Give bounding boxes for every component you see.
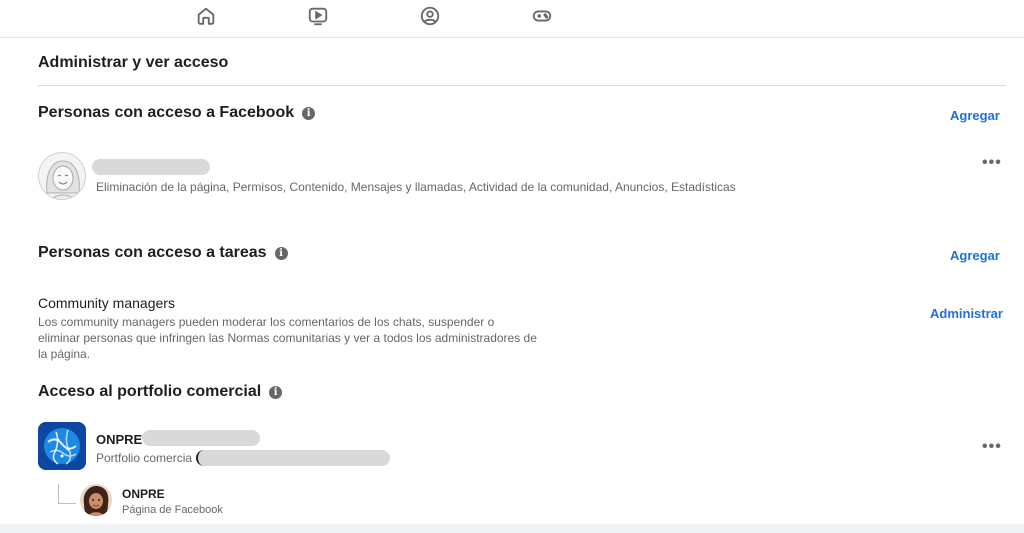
person-permissions: Eliminación de la página, Permisos, Cont… bbox=[96, 180, 736, 194]
community-managers-description: Los community managers pueden moderar lo… bbox=[38, 315, 537, 361]
page-subtitle: Página de Facebook bbox=[122, 504, 223, 516]
redacted-name bbox=[92, 159, 210, 175]
business-subtitle: Portfolio comercia bbox=[96, 451, 193, 465]
tree-connector bbox=[58, 484, 76, 504]
community-managers-title: Community managers bbox=[38, 295, 175, 311]
manage-community-managers-button[interactable]: Administrar bbox=[930, 306, 1003, 321]
profile-icon[interactable] bbox=[418, 4, 442, 28]
page-name: ONPRE bbox=[122, 487, 165, 501]
business-portfolio-heading: Acceso al portfolio comercial i bbox=[38, 383, 283, 401]
task-access-heading: Personas con acceso a tareas i bbox=[38, 244, 288, 262]
home-icon[interactable] bbox=[194, 4, 218, 28]
page-title: Administrar y ver acceso bbox=[38, 54, 229, 71]
facebook-access-heading: Personas con acceso a Facebook i bbox=[38, 104, 316, 122]
redacted-business-name bbox=[142, 430, 260, 446]
redacted-business-id bbox=[196, 450, 390, 466]
divider bbox=[38, 85, 1006, 86]
task-access-title: Personas con acceso a tareas bbox=[38, 244, 267, 261]
top-navigation bbox=[0, 0, 1024, 38]
business-name: ONPRE bbox=[96, 432, 143, 447]
more-options-icon[interactable]: ••• bbox=[982, 155, 1002, 171]
business-logo[interactable] bbox=[38, 422, 86, 470]
page-avatar[interactable] bbox=[80, 484, 112, 516]
info-icon[interactable]: i bbox=[274, 246, 288, 260]
video-icon[interactable] bbox=[306, 4, 330, 28]
bottom-divider bbox=[0, 524, 1024, 533]
facebook-access-title: Personas con acceso a Facebook bbox=[38, 104, 295, 121]
gaming-icon[interactable] bbox=[530, 4, 554, 28]
add-facebook-access-button[interactable]: Agregar bbox=[950, 108, 1000, 123]
add-task-access-button[interactable]: Agregar bbox=[950, 248, 1000, 263]
business-portfolio-title: Acceso al portfolio comercial bbox=[38, 383, 262, 400]
info-icon[interactable]: i bbox=[302, 106, 316, 120]
info-icon[interactable]: i bbox=[269, 385, 283, 399]
more-options-icon[interactable]: ••• bbox=[982, 439, 1002, 455]
person-avatar[interactable] bbox=[38, 152, 86, 200]
